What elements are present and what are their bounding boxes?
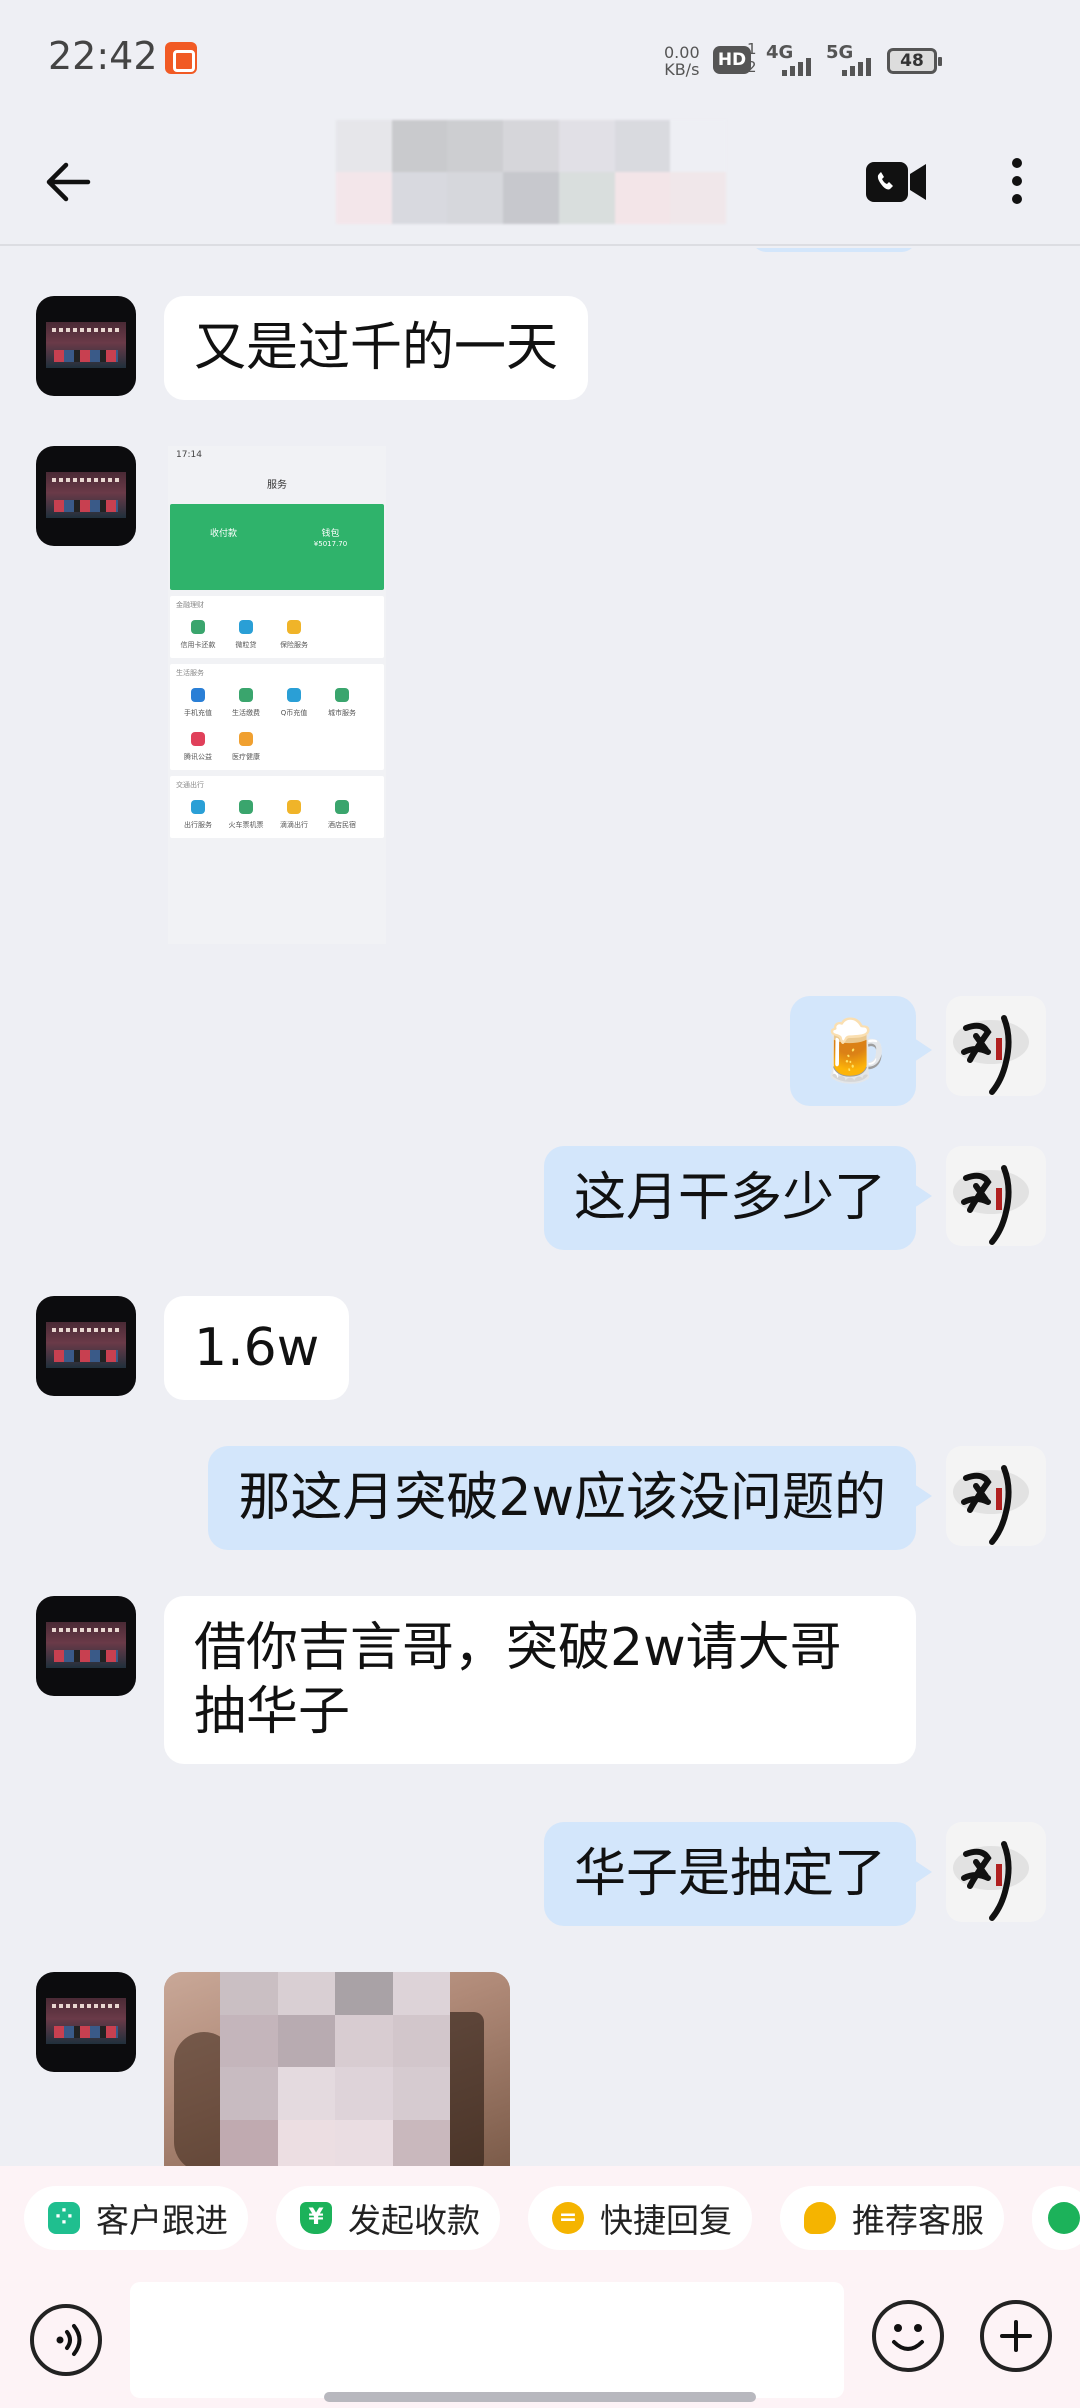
preview-section-finance: 金融理财 信用卡还款 微粒贷 保险服务 — [170, 596, 384, 658]
network-speed: 0.00 KB/s — [664, 44, 700, 78]
voice-icon[interactable] — [30, 2304, 102, 2376]
customer-follow-icon: ⁘ — [48, 2202, 80, 2234]
my-avatar[interactable] — [946, 1446, 1046, 1546]
quick-action-bar: ⁘ 客户跟进 ¥ 发起收款 = 快捷回复 推荐客服 — [0, 2166, 1080, 2270]
contact-avatar[interactable] — [36, 1296, 136, 1396]
chat-message-list[interactable]: 又是过千的一天 17:14 服务 收付款 钱包 ¥5017.70 金融理财 信用卡… — [0, 248, 1080, 2166]
preview-title: 服务 — [267, 480, 287, 491]
message-bubble-incoming[interactable]: 借你吉言哥，突破2w请大哥抽华子 — [164, 1596, 916, 1764]
payment-request-label: 发起收款 — [348, 2201, 480, 2240]
status-bar: 22:42 0.00 KB/s HD 1 2 4G 5G 48 — [0, 0, 1080, 120]
contact-card-button[interactable] — [1032, 2186, 1080, 2250]
beer-emoji-message[interactable]: 🍺 — [790, 996, 932, 1106]
preview-section-life: 生活服务 手机充值 生活缴费 Q币充值 城市服务 腾讯公益 医疗健康 — [170, 664, 384, 770]
preview-section-travel: 交通出行 出行服务 火车票机票 滴滴出行 酒店民宿 — [170, 776, 384, 838]
back-arrow-icon[interactable] — [40, 152, 100, 212]
app-notification-icon — [165, 42, 197, 74]
message-bubble-incoming[interactable]: 1.6w — [164, 1296, 350, 1400]
preview-item: 出行服务 — [184, 821, 212, 829]
previous-message-edge — [752, 248, 916, 252]
preview-section-title: 生活服务 — [176, 669, 204, 677]
preview-item: 微粒贷 — [235, 641, 257, 649]
emoji-icon[interactable] — [872, 2300, 944, 2372]
preview-item: 酒店民宿 — [328, 821, 356, 829]
quick-reply-icon: = — [552, 2202, 584, 2234]
my-avatar[interactable] — [946, 996, 1046, 1096]
sim-indicator: 1 2 — [747, 40, 757, 76]
sim-bottom: 2 — [747, 58, 757, 76]
preview-item: 信用卡还款 — [180, 641, 216, 649]
preview-item: 火车票机票 — [228, 821, 264, 829]
chat-header — [0, 120, 1080, 246]
hd-voice-icon: HD — [713, 46, 751, 74]
contact-icon — [1048, 2202, 1080, 2234]
network-speed-value: 0.00 — [664, 43, 700, 62]
preview-item: 医疗健康 — [232, 753, 260, 761]
input-bar — [0, 2270, 1080, 2408]
video-call-icon[interactable] — [866, 156, 928, 208]
preview-status-time: 17:14 — [176, 450, 202, 460]
preview-section-title: 金融理财 — [176, 601, 204, 609]
preview-wallet-balance: ¥5017.70 — [313, 540, 348, 548]
preview-item: 手机充值 — [184, 709, 212, 717]
quick-reply-label: 快捷回复 — [600, 2201, 732, 2240]
preview-item: 滴滴出行 — [280, 821, 308, 829]
message-bubble-outgoing[interactable]: 这月干多少了 — [543, 1146, 933, 1250]
plus-icon[interactable] — [980, 2300, 1052, 2372]
my-avatar[interactable] — [946, 1822, 1046, 1922]
image-message-screenshot[interactable]: 17:14 服务 收付款 钱包 ¥5017.70 金融理财 信用卡还款 微粒贷 保… — [168, 446, 386, 944]
my-avatar[interactable] — [946, 1146, 1046, 1246]
preview-item: Q币充值 — [280, 709, 308, 717]
photo-message-blurred[interactable] — [164, 1972, 510, 2166]
signal-5g-icon: 5G — [826, 42, 876, 76]
customer-follow-label: 客户跟进 — [96, 2201, 228, 2240]
recommend-service-icon — [804, 2202, 836, 2234]
home-indicator[interactable] — [324, 2392, 756, 2402]
preview-section-title: 交通出行 — [176, 781, 204, 789]
contact-name-blurred — [336, 120, 726, 224]
payment-request-button[interactable]: ¥ 发起收款 — [276, 2186, 500, 2250]
preview-item: 生活缴费 — [232, 709, 260, 717]
customer-follow-button[interactable]: ⁘ 客户跟进 — [24, 2186, 248, 2250]
message-bubble-outgoing[interactable]: 那这月突破2w应该没问题的 — [208, 1446, 932, 1550]
status-time: 22:42 — [48, 34, 158, 78]
preview-pay-label: 收付款 — [209, 529, 237, 539]
preview-item: 腾讯公益 — [184, 753, 212, 761]
message-bubble-incoming[interactable]: 又是过千的一天 — [164, 296, 589, 400]
payment-icon: ¥ — [300, 2202, 332, 2234]
signal-4g-icon: 4G — [766, 42, 816, 76]
more-vertical-icon[interactable] — [1000, 150, 1034, 216]
contact-avatar[interactable] — [36, 1596, 136, 1696]
preview-green-card: 收付款 钱包 ¥5017.70 — [170, 504, 384, 590]
battery-icon: 48 — [887, 48, 942, 74]
contact-avatar[interactable] — [36, 446, 136, 546]
network-speed-unit: KB/s — [664, 60, 700, 79]
sim-top: 1 — [747, 40, 757, 58]
contact-avatar[interactable] — [36, 1972, 136, 2072]
preview-item: 保险服务 — [280, 641, 308, 649]
recommend-service-button[interactable]: 推荐客服 — [780, 2186, 1004, 2250]
preview-wallet-label: 钱包 — [321, 529, 340, 539]
message-bubble-outgoing[interactable]: 华子是抽定了 — [543, 1822, 933, 1926]
preview-item: 城市服务 — [328, 709, 356, 717]
message-input[interactable] — [130, 2282, 844, 2398]
quick-reply-button[interactable]: = 快捷回复 — [528, 2186, 752, 2250]
recommend-service-label: 推荐客服 — [852, 2201, 984, 2240]
contact-avatar[interactable] — [36, 296, 136, 396]
